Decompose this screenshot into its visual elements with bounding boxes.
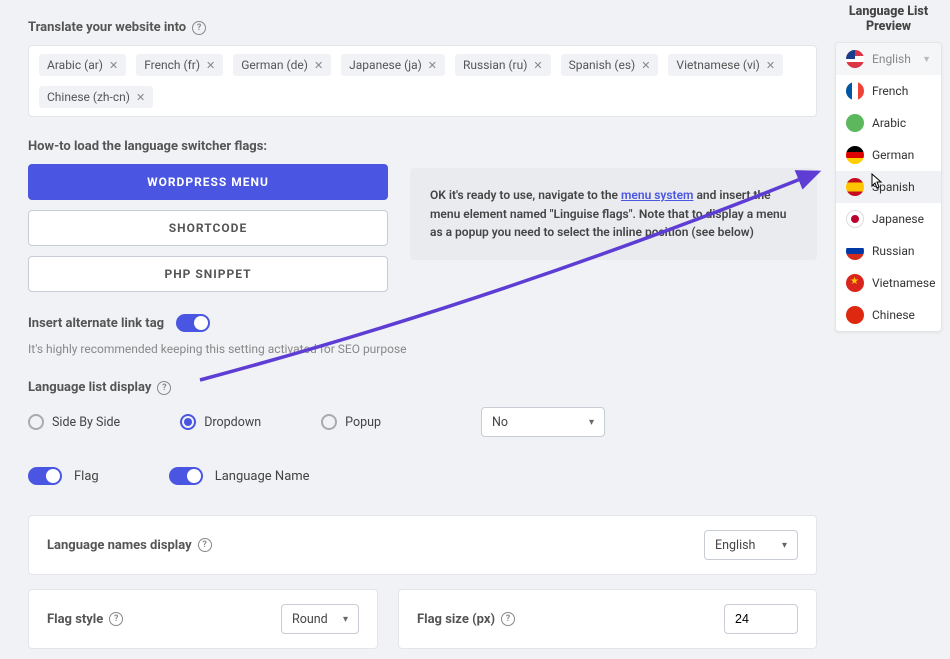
names-display-select[interactable]: English▾ xyxy=(704,530,798,560)
flag-icon xyxy=(846,50,864,68)
preview-item[interactable]: Vietnamese xyxy=(836,267,941,299)
preview-title: Language List Preview xyxy=(835,4,942,34)
menu-system-link[interactable]: menu system xyxy=(621,188,693,202)
cursor-icon xyxy=(867,173,883,195)
preview-item[interactable]: Russian xyxy=(836,235,941,267)
close-icon[interactable]: ✕ xyxy=(136,91,145,104)
language-chip[interactable]: Russian (ru)✕ xyxy=(455,54,551,76)
close-icon[interactable]: ✕ xyxy=(109,59,118,72)
preview-item[interactable]: French xyxy=(836,75,941,107)
language-chip[interactable]: French (fr)✕ xyxy=(136,54,223,76)
help-icon[interactable]: ? xyxy=(501,612,515,626)
chevron-down-icon: ▾ xyxy=(343,614,348,625)
help-icon[interactable]: ? xyxy=(192,21,206,35)
flag-icon xyxy=(846,114,864,132)
language-chips[interactable]: Arabic (ar)✕ French (fr)✕ German (de)✕ Japa… xyxy=(28,45,817,117)
flag-style-label: Flag style? xyxy=(47,612,123,627)
preview-item[interactable]: Chinese xyxy=(836,299,941,331)
close-icon[interactable]: ✕ xyxy=(428,59,437,72)
flag-icon xyxy=(846,274,864,292)
info-box: OK it's ready to use, navigate to the me… xyxy=(410,168,817,260)
language-chip[interactable]: Japanese (ja)✕ xyxy=(341,54,445,76)
language-chip[interactable]: German (de)✕ xyxy=(233,54,331,76)
alt-link-label: Insert alternate link tag xyxy=(28,316,164,331)
chevron-down-icon: ▼ xyxy=(922,54,931,65)
radio-popup[interactable]: Popup xyxy=(321,414,381,430)
flag-style-select[interactable]: Round▾ xyxy=(281,604,359,634)
php-snippet-button[interactable]: PHP SNIPPET xyxy=(28,256,388,292)
flag-size-input[interactable] xyxy=(724,604,798,634)
preview-header[interactable]: English ▼ xyxy=(836,43,941,75)
flag-icon xyxy=(846,178,864,196)
language-chip[interactable]: Chinese (zh-cn)✕ xyxy=(39,86,153,108)
flag-icon xyxy=(846,82,864,100)
help-icon[interactable]: ? xyxy=(109,612,123,626)
alt-link-hint: It's highly recommended keeping this set… xyxy=(28,342,817,356)
chevron-down-icon: ▾ xyxy=(589,417,594,428)
flag-icon xyxy=(846,210,864,228)
flag-icon xyxy=(846,242,864,260)
preview-item[interactable]: Arabic xyxy=(836,107,941,139)
language-chip[interactable]: Spanish (es)✕ xyxy=(561,54,659,76)
radio-side-by-side[interactable]: Side By Side xyxy=(28,414,120,430)
alt-link-toggle[interactable] xyxy=(176,314,210,332)
preview-item[interactable]: Spanish xyxy=(836,171,941,203)
close-icon[interactable]: ✕ xyxy=(533,59,542,72)
load-flags-title: How-to load the language switcher flags: xyxy=(28,139,817,154)
language-chip[interactable]: Arabic (ar)✕ xyxy=(39,54,126,76)
preview-item[interactable]: German xyxy=(836,139,941,171)
close-icon[interactable]: ✕ xyxy=(314,59,323,72)
flag-toggle-label: Flag xyxy=(74,469,99,484)
list-display-select[interactable]: No▾ xyxy=(481,407,605,437)
flag-icon xyxy=(846,306,864,324)
help-icon[interactable]: ? xyxy=(198,538,212,552)
names-display-label: Language names display? xyxy=(47,538,212,553)
language-name-toggle[interactable] xyxy=(169,467,203,485)
preview-item[interactable]: Japanese xyxy=(836,203,941,235)
close-icon[interactable]: ✕ xyxy=(766,59,775,72)
flag-toggle[interactable] xyxy=(28,467,62,485)
flag-size-label: Flag size (px)? xyxy=(417,612,515,627)
close-icon[interactable]: ✕ xyxy=(641,59,650,72)
chevron-down-icon: ▾ xyxy=(782,540,787,551)
language-name-toggle-label: Language Name xyxy=(215,469,310,484)
radio-dropdown[interactable]: Dropdown xyxy=(180,414,261,430)
help-icon[interactable]: ? xyxy=(157,381,171,395)
flag-icon xyxy=(846,146,864,164)
wordpress-menu-button[interactable]: WORDPRESS MENU xyxy=(28,164,388,200)
language-chip[interactable]: Vietnamese (vi)✕ xyxy=(668,54,783,76)
translate-title: Translate your website into ? xyxy=(28,20,817,35)
preview-dropdown[interactable]: English ▼ FrenchArabicGermanSpanishJapan… xyxy=(835,42,942,332)
close-icon[interactable]: ✕ xyxy=(206,59,215,72)
list-display-title: Language list display ? xyxy=(28,380,817,395)
shortcode-button[interactable]: SHORTCODE xyxy=(28,210,388,246)
